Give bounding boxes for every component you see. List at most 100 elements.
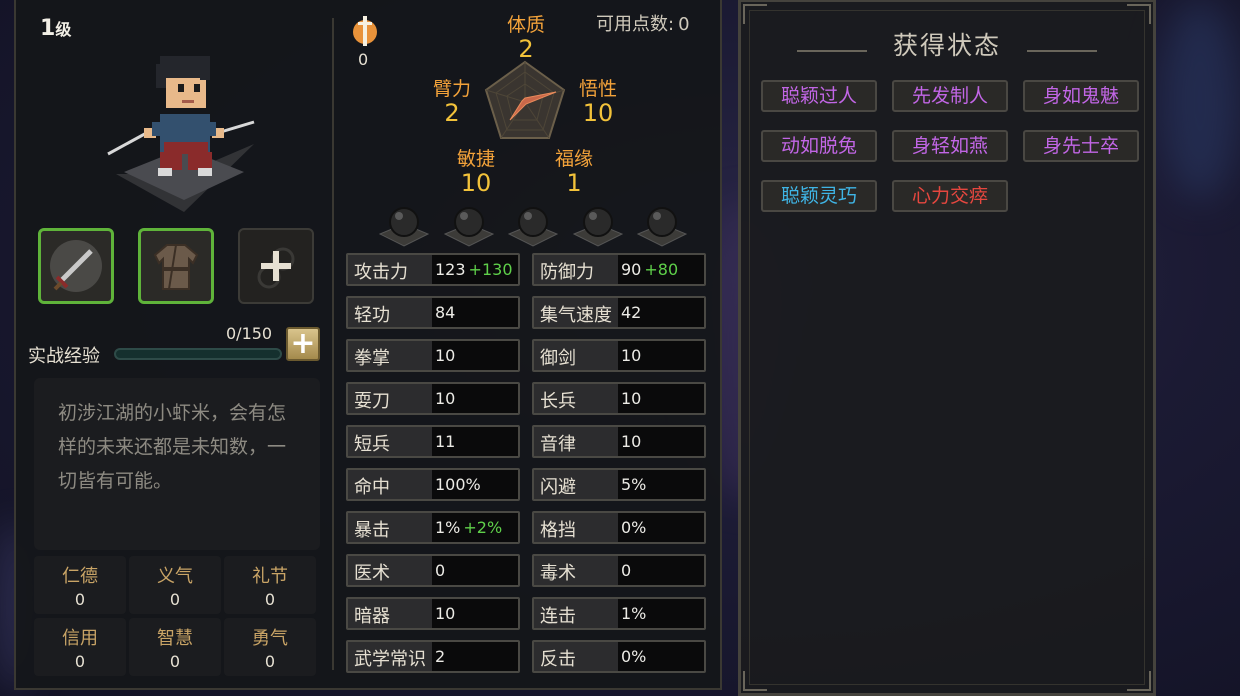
stat-value: 10 — [435, 346, 456, 365]
stat-value-cell: 5% — [618, 470, 704, 499]
virtue-name: 信用 — [62, 628, 98, 649]
stat-value-cell: 90 +80 — [618, 255, 704, 284]
gem-slot-icon[interactable] — [636, 200, 688, 248]
frame-corner-ornament — [1127, 671, 1151, 691]
status-tag[interactable]: 先发制人 — [892, 80, 1008, 112]
accessory-slot[interactable] — [238, 228, 314, 304]
frame-corner-ornament — [743, 671, 767, 691]
stat-value: 42 — [621, 303, 642, 322]
status-panel: 获得状态 聪颖过人 先发制人 身如鬼魅 动如脱兔 身轻如燕 身先士卒 聪颖灵巧 … — [738, 0, 1156, 696]
status-tag[interactable]: 身如鬼魅 — [1023, 80, 1139, 112]
virtue-lijie: 礼节 0 — [224, 556, 316, 614]
stat-value-cell: 100% — [432, 470, 518, 499]
attribute-fuyuan: 福缘 1 — [546, 144, 602, 195]
weapon-slot[interactable] — [38, 228, 114, 304]
virtue-yongqi: 勇气 0 — [224, 618, 316, 676]
stat-jiqi: 集气速度 42 — [532, 296, 706, 329]
stat-value-cell: 10 — [618, 427, 704, 456]
gem-slot-icon[interactable] — [507, 200, 559, 248]
attribute-value: 1 — [566, 169, 582, 197]
attribute-tizhi: 体质 2 — [498, 10, 554, 61]
virtue-value: 0 — [264, 590, 276, 609]
status-tag-label: 动如脱兔 — [780, 135, 857, 157]
status-tag[interactable]: 身先士卒 — [1023, 130, 1139, 162]
stat-name: 暴击 — [354, 520, 390, 541]
attribute-value: 10 — [460, 169, 492, 197]
stat-value: 10 — [435, 604, 456, 623]
stat-value: 10 — [621, 389, 642, 408]
stat-value: 123 — [435, 260, 466, 279]
virtue-value: 0 — [169, 652, 181, 671]
gem-slot-icon[interactable] — [378, 200, 430, 248]
stat-value-cell: 0% — [618, 642, 704, 671]
level-number: 1 — [40, 16, 56, 41]
frame-corner-ornament — [1127, 4, 1151, 24]
status-tag[interactable]: 动如脱兔 — [761, 130, 877, 162]
stat-yinlv: 音律 10 — [532, 425, 706, 458]
gem-slot-icon[interactable] — [572, 200, 624, 248]
armor-slot[interactable] — [138, 228, 214, 304]
stat-value-cell: 10 — [432, 384, 518, 413]
status-tag-label: 先发制人 — [911, 85, 988, 107]
character-description: 初涉江湖的小虾米，会有怎样的未来还都是未知数，一切皆有可能。 — [34, 378, 320, 550]
stat-value: 90 — [621, 260, 642, 279]
character-panel: 1级 0/150 实战经验 + 初涉江湖的小虾米，会有怎样的未来还都是未知数，一… — [14, 0, 722, 690]
available-points: 可用点数: 0 — [592, 10, 690, 36]
attribute-value: 10 — [582, 99, 614, 127]
stat-name: 毒术 — [540, 563, 576, 584]
stat-value-cell: 10 — [432, 599, 518, 628]
panel-divider — [332, 18, 334, 670]
experience-bar — [114, 348, 282, 360]
stat-value: 0 — [435, 561, 446, 580]
stat-name: 暗器 — [354, 606, 390, 627]
stat-value: 1% — [621, 604, 647, 623]
stat-name: 拳掌 — [354, 348, 390, 369]
status-tag-label: 身轻如燕 — [911, 135, 988, 157]
stat-name: 医术 — [354, 563, 390, 584]
attribute-radar-chart — [484, 60, 566, 139]
stat-name: 集气速度 — [540, 305, 612, 326]
virtue-value: 0 — [74, 652, 86, 671]
stat-value: 0 — [621, 561, 632, 580]
attribute-value: 2 — [518, 35, 534, 63]
stat-yishu: 医术 0 — [346, 554, 520, 587]
stat-duanbing: 短兵 11 — [346, 425, 520, 458]
attribute-wuxing: 悟性 10 — [570, 74, 626, 125]
attribute-points-icon — [353, 16, 377, 46]
stat-name: 防御力 — [540, 262, 594, 283]
stat-bonus: +2% — [463, 518, 503, 537]
gem-slot-icon[interactable] — [443, 200, 495, 248]
attribute-name: 福缘 — [554, 148, 593, 170]
status-tag[interactable]: 心力交瘁 — [892, 180, 1008, 212]
stat-name: 武学常识 — [354, 649, 426, 670]
robe-icon — [153, 244, 199, 290]
stat-value: 84 — [435, 303, 456, 322]
stat-value: 10 — [621, 346, 642, 365]
stat-name: 连击 — [540, 606, 576, 627]
background-nebula — [1160, 0, 1240, 200]
experience-plus-button[interactable]: + — [286, 327, 320, 361]
status-panel-title: 获得状态 — [892, 31, 1001, 60]
stat-value-cell: 10 — [432, 341, 518, 370]
stat-value-cell: 11 — [432, 427, 518, 456]
stat-changbing: 长兵 10 — [532, 382, 706, 415]
virtue-zhihui: 智慧 0 — [129, 618, 221, 676]
virtue-value: 0 — [264, 652, 276, 671]
stat-value-cell: 1% +2% — [432, 513, 518, 542]
gem-slots — [378, 200, 688, 250]
stat-name: 短兵 — [354, 434, 390, 455]
stat-name: 轻功 — [354, 305, 390, 326]
attribute-name: 悟性 — [578, 78, 617, 100]
status-tag[interactable]: 聪颖灵巧 — [761, 180, 877, 212]
stat-shanbi: 闪避 5% — [532, 468, 706, 501]
stat-value: 0% — [621, 518, 647, 537]
status-tag[interactable]: 身轻如燕 — [892, 130, 1008, 162]
stat-value-cell: 10 — [618, 341, 704, 370]
stat-shuadao: 耍刀 10 — [346, 382, 520, 415]
stat-value: 2 — [435, 647, 446, 666]
virtue-yiqi: 义气 0 — [129, 556, 221, 614]
status-tag-label: 身先士卒 — [1042, 135, 1119, 157]
stat-value-cell: 2 — [432, 642, 518, 671]
stat-qinggong: 轻功 84 — [346, 296, 520, 329]
status-tag[interactable]: 聪颖过人 — [761, 80, 877, 112]
